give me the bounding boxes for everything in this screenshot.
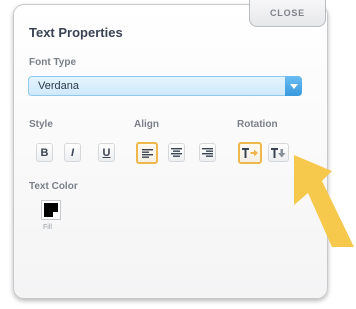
- panel-title: Text Properties: [29, 25, 123, 40]
- fill-color-swatch[interactable]: [41, 200, 61, 220]
- align-label: Align: [134, 119, 159, 130]
- underline-button[interactable]: U: [98, 143, 115, 162]
- bold-button[interactable]: B: [36, 143, 53, 162]
- font-type-label: Font Type: [29, 57, 77, 68]
- swatch-corner-icon: [53, 212, 58, 217]
- text-rotate-horizontal-icon: [242, 148, 258, 158]
- italic-button[interactable]: I: [64, 143, 81, 162]
- style-label: Style: [29, 119, 53, 130]
- rotation-label: Rotation: [237, 119, 278, 130]
- align-left-button[interactable]: [136, 142, 158, 164]
- pointer-arrow-icon: [294, 155, 354, 247]
- fill-label: Fill: [43, 224, 52, 231]
- rotate-vertical-button[interactable]: [268, 143, 289, 162]
- rotate-horizontal-button[interactable]: [238, 142, 262, 164]
- close-button[interactable]: CLOSE: [249, 0, 326, 27]
- align-center-icon: [171, 148, 182, 157]
- align-right-button[interactable]: [199, 143, 216, 162]
- font-type-dropdown[interactable]: Verdana: [28, 76, 302, 96]
- align-right-icon: [202, 148, 213, 157]
- align-center-button[interactable]: [168, 143, 185, 162]
- font-type-value: Verdana: [38, 80, 79, 92]
- chevron-down-icon[interactable]: [285, 76, 302, 96]
- align-left-icon: [141, 148, 153, 158]
- text-color-label: Text Color: [29, 181, 78, 192]
- text-rotate-vertical-icon: [271, 147, 286, 158]
